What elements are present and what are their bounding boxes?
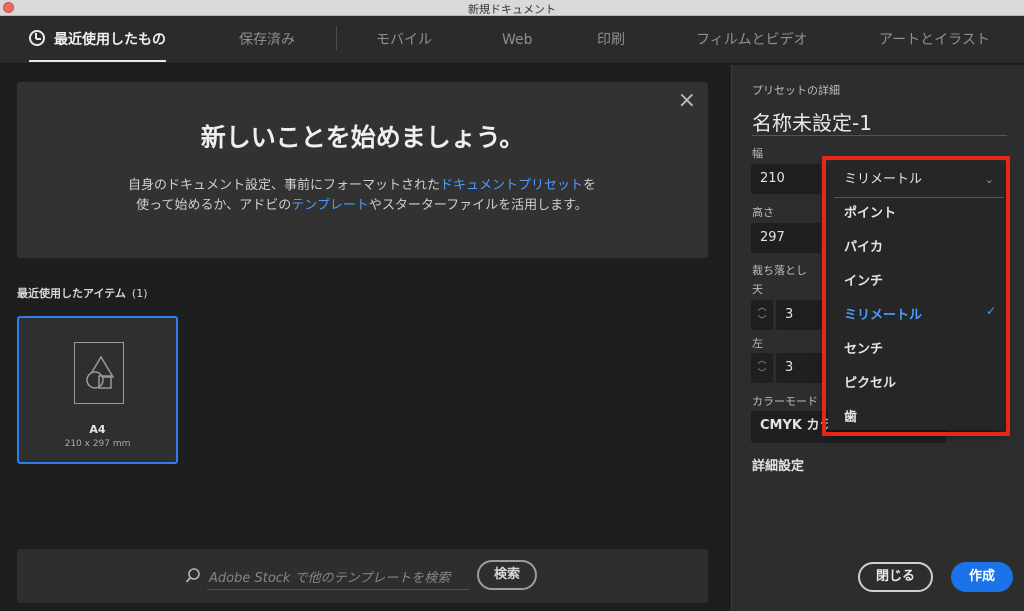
tab-print[interactable]: 印刷 <box>597 16 625 64</box>
color-mode-label: カラーモード <box>752 395 818 408</box>
recent-items-heading: 最近使用したアイテム (1) <box>17 285 148 301</box>
tab-art-illustration[interactable]: アートとイラスト <box>879 16 990 64</box>
preset-section-label: プリセットの詳細 <box>752 84 840 97</box>
document-preset-link[interactable]: ドキュメントプリセット <box>440 178 583 193</box>
highlight-annotation <box>822 156 1010 436</box>
close-icon[interactable]: × <box>678 90 696 112</box>
stock-search-bar: Adobe Stock で他のテンプレートを検索 検索 <box>17 549 708 603</box>
welcome-description: 自身のドキュメント設定、事前にフォーマットされたドキュメントプリセットを使って始… <box>127 176 597 216</box>
window-title: 新規ドキュメント <box>468 3 556 16</box>
recent-items-count: (1) <box>131 287 148 300</box>
tab-mobile[interactable]: モバイル <box>376 16 432 64</box>
search-icon <box>185 568 201 588</box>
height-label: 高さ <box>752 206 774 219</box>
width-input[interactable]: 210 <box>751 164 821 194</box>
height-input[interactable]: 297 <box>751 223 821 253</box>
recent-item-card[interactable]: A4 210 x 297 mm <box>17 316 178 464</box>
welcome-panel: × 新しいことを始めましょう。 自身のドキュメント設定、事前にフォーマットされた… <box>17 82 708 258</box>
tab-recent-label: 最近使用したもの <box>54 32 166 48</box>
document-name-underline <box>752 135 1007 136</box>
advanced-settings-toggle[interactable]: 詳細設定 <box>752 455 804 474</box>
tab-recent[interactable]: 最近使用したもの <box>29 16 166 64</box>
tab-saved[interactable]: 保存済み <box>239 16 295 64</box>
bleed-label: 裁ち落とし <box>752 264 807 277</box>
bleed-left-input[interactable]: 3 <box>776 353 826 383</box>
recent-items-label: 最近使用したアイテム <box>17 287 126 300</box>
bleed-left-stepper[interactable]: ︿ ﹀ <box>751 353 773 383</box>
bleed-top-input[interactable]: 3 <box>776 300 826 330</box>
search-button[interactable]: 検索 <box>477 560 537 590</box>
stock-search-input[interactable]: Adobe Stock で他のテンプレートを検索 <box>209 567 450 586</box>
document-name-field[interactable]: 名称未設定-1 <box>752 107 872 136</box>
bleed-left-label: 左 <box>752 337 763 350</box>
welcome-text-1: 自身のドキュメント設定、事前にフォーマットされた <box>127 178 440 193</box>
bleed-top-stepper[interactable]: ︿ ﹀ <box>751 300 773 330</box>
title-bar: 新規ドキュメント <box>0 0 1024 16</box>
recent-item-size: 210 x 297 mm <box>64 439 131 449</box>
welcome-title: 新しいことを始めましょう。 <box>200 123 525 152</box>
category-tabs: 最近使用したもの 保存済み モバイル Web 印刷 フィルムとビデオ アートとイ… <box>0 16 1024 64</box>
tab-web[interactable]: Web <box>502 16 533 64</box>
tab-film-video[interactable]: フィルムとビデオ <box>696 16 807 64</box>
clock-icon <box>29 30 45 46</box>
bleed-top-label: 天 <box>752 283 763 296</box>
close-button[interactable]: 閉じる <box>858 562 933 592</box>
document-thumbnail-icon <box>74 342 124 404</box>
recent-item-name: A4 <box>89 423 106 436</box>
tab-divider <box>336 26 337 50</box>
active-tab-underline <box>29 60 166 62</box>
width-label: 幅 <box>752 147 763 160</box>
template-link[interactable]: テンプレート <box>291 198 369 213</box>
main-area: × 新しいことを始めましょう。 自身のドキュメント設定、事前にフォーマットされた… <box>0 65 730 611</box>
search-underline <box>207 589 469 590</box>
welcome-text-3: やスターターファイルを活用します。 <box>368 198 588 213</box>
create-button[interactable]: 作成 <box>951 562 1013 592</box>
